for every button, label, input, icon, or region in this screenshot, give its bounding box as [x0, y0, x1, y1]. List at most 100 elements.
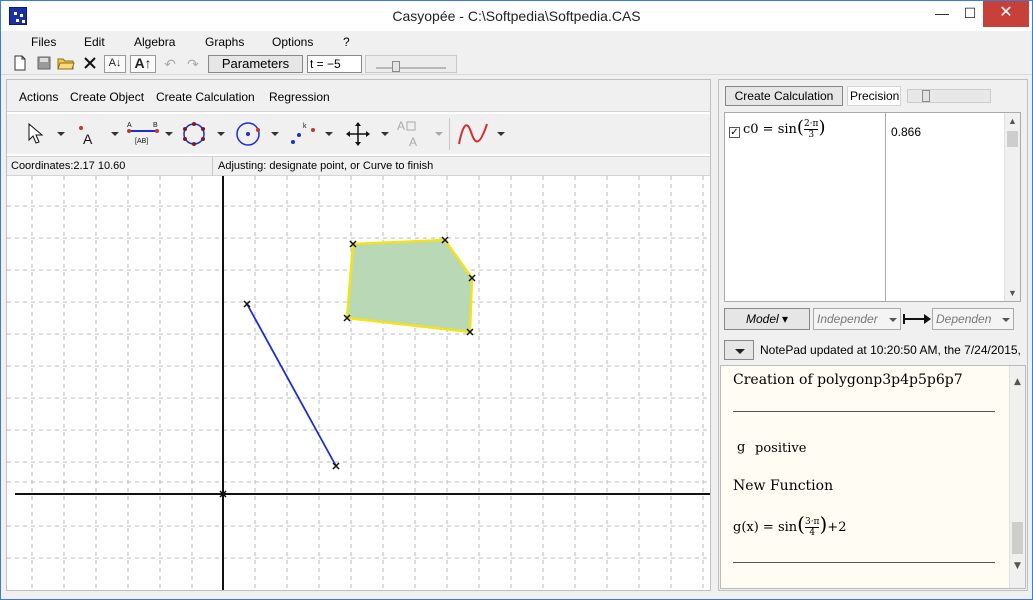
undo-icon[interactable]: ↶: [161, 55, 179, 73]
menu-options[interactable]: Options: [272, 35, 313, 49]
notepad-gx-denominator: 4: [809, 528, 816, 538]
open-folder-icon[interactable]: [57, 55, 75, 73]
text-tool-icon[interactable]: AA: [395, 118, 425, 150]
menu-help[interactable]: ?: [343, 35, 350, 49]
scroll-up-icon[interactable]: ▲: [1005, 113, 1020, 129]
window-title: Casyopée - C:\Softpedia\Softpedia.CAS: [392, 8, 641, 24]
menu-bar: Files Edit Algebra Graphs Options ?: [1, 31, 1032, 53]
coordinates-readout: Coordinates:2.17 10.60: [11, 160, 126, 172]
chevron-down-icon[interactable]: [57, 132, 65, 136]
slope-tool-icon[interactable]: k: [287, 118, 317, 150]
notepad-gx-formula: g(x) = sin(3·π 4)+2: [733, 512, 847, 538]
model-row: Model ▾ Independer Dependen: [724, 308, 1021, 332]
notepad-line-creation: Creation of polygonp3p4p5p6p7: [733, 372, 963, 388]
move-tool-icon[interactable]: [343, 118, 373, 150]
geometry-panel: Actions Create Object Create Calculation…: [6, 79, 711, 591]
chevron-down-icon[interactable]: [271, 132, 279, 136]
grid-lines: [7, 176, 710, 590]
dependency-arrow-icon: [902, 312, 932, 326]
save-icon[interactable]: [35, 55, 53, 73]
create-calculation-button[interactable]: Create Calculation: [725, 86, 843, 106]
menu-actions[interactable]: Actions: [19, 90, 58, 104]
geometry-canvas-svg[interactable]: [7, 176, 710, 590]
model-button-label: Model: [745, 312, 779, 326]
notepad-g-status: positive: [755, 441, 807, 456]
precision-slider-thumb[interactable]: [922, 90, 930, 102]
notepad-new-function: New Function: [733, 478, 834, 494]
segment-line[interactable]: [246, 303, 337, 467]
calc-checkbox[interactable]: ✓: [729, 127, 740, 138]
text-tool-ax: A: [409, 135, 417, 149]
chevron-down-icon[interactable]: [435, 132, 443, 136]
select-arrow-icon[interactable]: [23, 118, 53, 150]
calc-column-divider: [885, 113, 886, 301]
segment-tool-icon[interactable]: A B [AB]: [125, 118, 159, 150]
segment-label-b: B: [153, 122, 158, 129]
chevron-down-icon[interactable]: [381, 132, 389, 136]
notepad[interactable]: Creation of polygonp3p4p5p6p7 g positive…: [720, 365, 1026, 589]
text-small-icon[interactable]: A↓: [104, 55, 126, 73]
calc-scrollbar[interactable]: ▲ ▼: [1004, 113, 1020, 301]
toolbar-divider: [449, 118, 450, 150]
scroll-up-icon[interactable]: ▲: [1010, 374, 1025, 390]
notepad-scrollbar[interactable]: ▲ ▼: [1009, 366, 1025, 588]
adjust-status: Adjusting: designate point, or Curve to …: [218, 160, 434, 172]
slider-thumb[interactable]: [392, 61, 400, 72]
calculation-panel: Create Calculation Precision ✓ c0 = sin(…: [718, 79, 1028, 591]
notepad-gx-numerator: 3·π: [804, 517, 820, 528]
title-bar[interactable]: Casyopée - C:\Softpedia\Softpedia.CAS — …: [1, 1, 1032, 31]
menu-create-object[interactable]: Create Object: [70, 90, 144, 104]
menu-create-calculation[interactable]: Create Calculation: [156, 90, 255, 104]
calc-formula-numerator: 2·π: [803, 119, 819, 130]
status-divider: [212, 157, 213, 176]
scroll-thumb[interactable]: [1012, 522, 1023, 554]
t-parameter-field[interactable]: t = −5: [307, 55, 362, 73]
menu-algebra[interactable]: Algebra: [134, 35, 175, 49]
geometry-canvas[interactable]: [7, 176, 710, 590]
slider-track: [376, 67, 446, 69]
chevron-down-icon[interactable]: [111, 132, 119, 136]
calc-formula-denominator: 3: [808, 130, 815, 140]
geometry-tools: A A B [AB] k AA: [7, 114, 710, 154]
scroll-down-icon[interactable]: ▼: [1005, 285, 1020, 301]
close-button[interactable]: ✕: [983, 1, 1029, 27]
chevron-down-icon[interactable]: [497, 132, 505, 136]
polygon-p3p4p5p6p7[interactable]: [345, 238, 474, 334]
curve-tool-icon[interactable]: [455, 118, 491, 150]
parameters-button[interactable]: Parameters: [208, 55, 303, 73]
scroll-down-icon[interactable]: ▼: [1010, 558, 1025, 574]
notepad-menu-button[interactable]: [724, 340, 754, 360]
dependent-label: Dependen: [936, 312, 992, 326]
chevron-down-icon: [889, 318, 897, 322]
point-tool-icon[interactable]: A: [73, 118, 103, 150]
polygon-tool-icon[interactable]: [179, 118, 209, 150]
calc-formula[interactable]: c0 = sin(2·π 3): [743, 117, 826, 140]
segment-label-a: A: [127, 122, 132, 129]
redo-icon[interactable]: ↷: [184, 55, 202, 73]
menu-edit[interactable]: Edit: [84, 35, 105, 49]
notepad-divider: [733, 562, 995, 563]
calc-value: 0.866: [891, 125, 922, 139]
scroll-thumb[interactable]: [1007, 131, 1018, 147]
maximize-button[interactable]: ☐: [953, 1, 987, 27]
menu-regression[interactable]: Regression: [269, 90, 330, 104]
notepad-header: NotePad updated at 10:20:50 AM, the 7/24…: [724, 340, 1021, 362]
delete-icon[interactable]: [81, 55, 99, 73]
circle-tool-icon[interactable]: [233, 118, 263, 150]
calc-formula-prefix: c0 = sin: [743, 122, 797, 137]
menu-files[interactable]: Files: [31, 35, 56, 49]
text-tool-a: A: [397, 119, 405, 133]
t-parameter-slider[interactable]: [365, 55, 457, 73]
independent-dropdown[interactable]: Independer: [813, 308, 901, 330]
precision-slider[interactable]: [907, 89, 991, 103]
dependent-dropdown[interactable]: Dependen: [932, 308, 1014, 330]
model-button[interactable]: Model ▾: [724, 308, 810, 330]
chevron-down-icon[interactable]: [217, 132, 225, 136]
chevron-down-icon[interactable]: [325, 132, 333, 136]
chevron-down-icon[interactable]: [165, 132, 173, 136]
new-file-icon[interactable]: [11, 55, 29, 73]
geometry-status-bar: Coordinates:2.17 10.60 Adjusting: design…: [7, 156, 710, 176]
chevron-down-icon: [1002, 318, 1010, 322]
text-large-icon[interactable]: A↑: [130, 55, 156, 73]
menu-graphs[interactable]: Graphs: [205, 35, 244, 49]
